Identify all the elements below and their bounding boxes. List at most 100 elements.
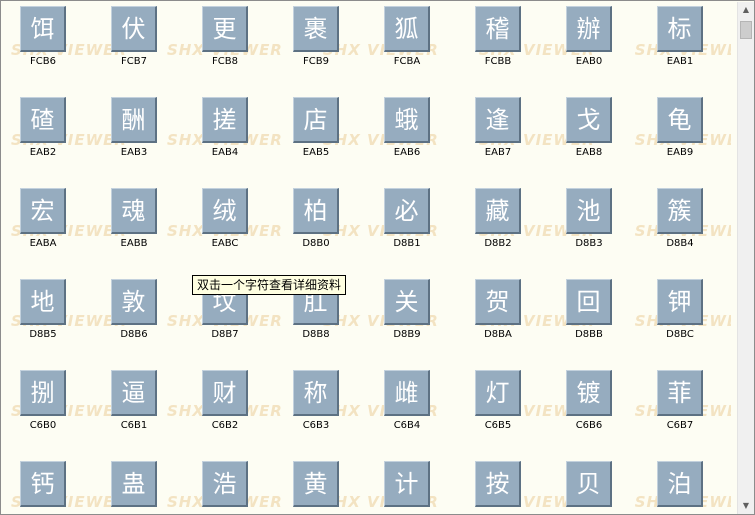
character-cell[interactable]: 必 D8B1 [373,183,445,263]
character-cell[interactable]: 菲 C6B7 [646,365,718,445]
character-cell[interactable]: 碴 EAB2 [9,92,81,172]
character-tile[interactable]: 钾 [657,279,703,325]
character-cell[interactable]: 更 FCB8 [191,1,263,81]
character-tile[interactable]: 逼 [111,370,157,416]
character-tile[interactable]: 龟 [657,97,703,143]
character-tile[interactable]: 饵 [20,6,66,52]
character-tile[interactable]: 狐 [384,6,430,52]
character-tile[interactable]: 必 [384,188,430,234]
character-cell[interactable]: 龟 EAB9 [646,92,718,172]
character-tile[interactable]: 浩 [202,461,248,507]
character-cell[interactable]: 捌 C6B0 [9,365,81,445]
character-tile[interactable]: 魂 [111,188,157,234]
character-tile[interactable]: 伏 [111,6,157,52]
character-tile[interactable]: 店 [293,97,339,143]
character-tile[interactable]: 柏 [293,188,339,234]
character-cell[interactable]: 店 EAB5 [282,92,354,172]
character-tile[interactable]: 贝 [566,461,612,507]
character-cell[interactable]: 裹 FCB9 [282,1,354,81]
character-tile[interactable]: 贺 [475,279,521,325]
character-cell[interactable]: 簇 D8B4 [646,183,718,263]
character-tile[interactable]: 雌 [384,370,430,416]
character-code: C6B5 [484,420,512,431]
character-cell[interactable]: 灯 C6B5 [464,365,536,445]
character-tile[interactable]: 称 [293,370,339,416]
character-tile[interactable]: 藏 [475,188,521,234]
character-cell[interactable]: 雌 C6B4 [373,365,445,445]
character-tile[interactable]: 地 [20,279,66,325]
character-tile[interactable]: 菲 [657,370,703,416]
character-tile[interactable]: 蛾 [384,97,430,143]
character-tile[interactable]: 捌 [20,370,66,416]
character-tile[interactable]: 辦 [566,6,612,52]
character-cell[interactable]: 柏 D8B0 [282,183,354,263]
scrollbar-thumb[interactable] [740,21,752,39]
character-tile[interactable]: 财 [202,370,248,416]
character-cell[interactable]: 绒 EABC [191,183,263,263]
character-cell[interactable]: 钾 D8BC [646,274,718,354]
character-cell[interactable]: 饵 FCB6 [9,1,81,81]
character-cell[interactable]: 逼 C6B1 [100,365,172,445]
character-tile[interactable]: 灯 [475,370,521,416]
character-tile[interactable]: 按 [475,461,521,507]
character-tile[interactable]: 碴 [20,97,66,143]
character-tile[interactable]: 搓 [202,97,248,143]
character-cell[interactable]: 泊 [646,456,718,514]
arrow-down-icon[interactable]: ▼ [738,498,754,514]
character-cell[interactable]: 敦 D8B6 [100,274,172,354]
vertical-scrollbar[interactable]: ▲ ▼ [737,2,754,514]
character-cell[interactable]: 黄 [282,456,354,514]
character-glyph: 宏 [30,197,55,225]
character-cell[interactable]: 计 [373,456,445,514]
character-tile[interactable]: 钙 [20,461,66,507]
character-tile[interactable]: 池 [566,188,612,234]
character-cell[interactable]: 狐 FCBA [373,1,445,81]
character-cell[interactable]: 标 EAB1 [646,1,718,81]
character-code: FCBB [484,56,512,67]
character-cell[interactable]: 伏 FCB7 [100,1,172,81]
character-tile[interactable]: 更 [202,6,248,52]
character-tile[interactable]: 泊 [657,461,703,507]
character-cell[interactable]: 蛾 EAB6 [373,92,445,172]
character-cell[interactable]: 逢 EAB7 [464,92,536,172]
character-cell[interactable]: 搓 EAB4 [191,92,263,172]
character-cell[interactable]: 池 D8B3 [555,183,627,263]
character-cell[interactable]: 宏 EABA [9,183,81,263]
character-tile[interactable]: 黄 [293,461,339,507]
character-cell[interactable]: 酬 EAB3 [100,92,172,172]
character-cell[interactable]: 戈 EAB8 [555,92,627,172]
character-cell[interactable]: 按 [464,456,536,514]
character-tile[interactable]: 戈 [566,97,612,143]
character-tile[interactable]: 裹 [293,6,339,52]
character-cell[interactable]: 浩 [191,456,263,514]
character-tile[interactable]: 酬 [111,97,157,143]
character-tile[interactable]: 镀 [566,370,612,416]
character-cell[interactable]: 蛊 [100,456,172,514]
character-cell[interactable]: 贺 D8BA [464,274,536,354]
character-cell[interactable]: 回 D8BB [555,274,627,354]
character-tile[interactable]: 稽 [475,6,521,52]
character-cell[interactable]: 财 C6B2 [191,365,263,445]
character-cell[interactable]: 钙 [9,456,81,514]
character-cell[interactable]: 贝 [555,456,627,514]
character-cell[interactable]: 辦 EAB0 [555,1,627,81]
character-cell[interactable]: 关 D8B9 [373,274,445,354]
character-tile[interactable]: 逢 [475,97,521,143]
character-tile[interactable]: 计 [384,461,430,507]
character-tile[interactable]: 关 [384,279,430,325]
character-tile[interactable]: 蛊 [111,461,157,507]
arrow-up-icon[interactable]: ▲ [738,2,754,18]
character-tile[interactable]: 标 [657,6,703,52]
character-cell[interactable]: 魂 EABB [100,183,172,263]
character-tile[interactable]: 宏 [20,188,66,234]
character-glyph: 回 [576,288,601,316]
character-cell[interactable]: 地 D8B5 [9,274,81,354]
character-cell[interactable]: 称 C6B3 [282,365,354,445]
character-cell[interactable]: 稽 FCBB [464,1,536,81]
character-cell[interactable]: 镀 C6B6 [555,365,627,445]
character-tile[interactable]: 敦 [111,279,157,325]
character-tile[interactable]: 回 [566,279,612,325]
character-tile[interactable]: 绒 [202,188,248,234]
character-tile[interactable]: 簇 [657,188,703,234]
character-cell[interactable]: 藏 D8B2 [464,183,536,263]
